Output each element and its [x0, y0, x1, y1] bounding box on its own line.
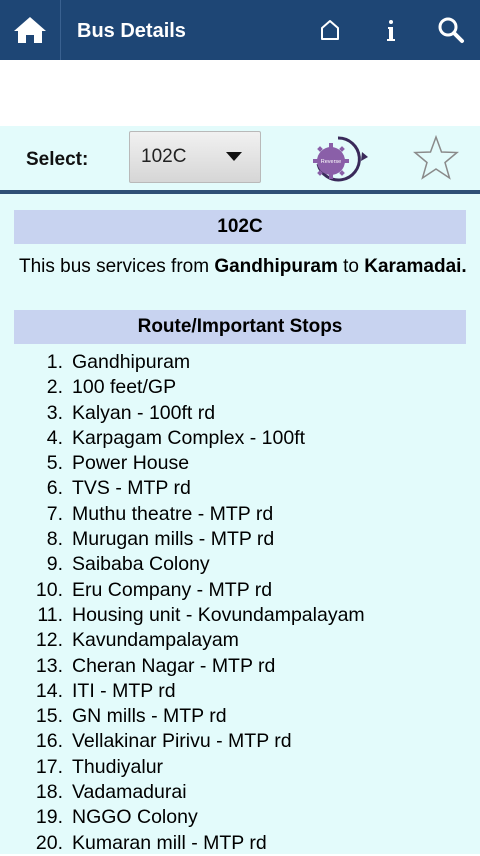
stop-number: 11.	[37, 603, 63, 626]
stops-list: 1. Gandhipuram 2. 100 feet/GP 3. Kalyan - 100…	[0, 350, 480, 856]
stop-number: 20.	[35, 831, 63, 854]
stop-name: Saibaba Colony	[72, 553, 210, 576]
home-icon	[14, 17, 46, 43]
stop-name: Kumaran mill - MTP rd	[72, 831, 267, 854]
stop-number: 19.	[35, 806, 63, 829]
origin-stop: Gandhipuram	[214, 256, 338, 277]
stop-number: 7.	[46, 502, 63, 525]
home-outline-button[interactable]	[305, 0, 355, 60]
select-label: Select:	[26, 149, 89, 170]
stop-item: 3. Kalyan - 100ft rd	[0, 401, 480, 426]
star-outline-icon	[413, 134, 459, 180]
stop-number: 16.	[35, 730, 63, 753]
desc-mid: to	[337, 256, 365, 277]
stop-number: 6.	[46, 477, 63, 500]
stop-item: 5. Power House	[0, 451, 480, 476]
stop-name: Power House	[72, 452, 190, 475]
route-description: This bus services from Gandhipuram to Ka…	[19, 254, 469, 280]
stop-number: 13.	[35, 654, 63, 677]
info-button[interactable]	[366, 0, 416, 60]
stop-item: 12. Kavundampalayam	[0, 628, 480, 653]
stops-heading: Route/Important Stops	[14, 310, 466, 344]
bus-details-content: 102C This bus services from Gandhipuram …	[0, 194, 480, 854]
route-toolbar: Select: 102C Reverse	[0, 126, 480, 190]
ad-space	[0, 60, 480, 126]
stop-name: Vadamadurai	[72, 781, 187, 804]
caret-down-icon	[226, 152, 242, 161]
route-heading: 102C	[14, 210, 466, 244]
stop-item: 20. Kumaran mill - MTP rd	[0, 831, 480, 856]
stop-item: 10. Eru Company - MTP rd	[0, 578, 480, 603]
stop-item: 9. Saibaba Colony	[0, 552, 480, 577]
app-bar: Bus Details	[0, 0, 480, 60]
stop-name: Eru Company - MTP rd	[72, 578, 273, 601]
stop-item: 4. Karpagam Complex - 100ft	[0, 426, 480, 451]
stop-item: 13. Cheran Nagar - MTP rd	[0, 654, 480, 679]
stop-item: 14. ITI - MTP rd	[0, 679, 480, 704]
info-icon	[387, 20, 395, 41]
stop-number: 17.	[35, 755, 63, 778]
destination-stop: Karamadai.	[364, 256, 467, 277]
stop-name: Vellakinar Pirivu - MTP rd	[72, 730, 292, 753]
reverse-label: Reverse	[321, 159, 341, 165]
house-outline-icon	[321, 20, 339, 40]
stop-name: NGGO Colony	[72, 806, 198, 829]
stop-name: GN mills - MTP rd	[72, 705, 227, 728]
stop-number: 15.	[35, 705, 63, 728]
stop-name: Cheran Nagar - MTP rd	[72, 654, 276, 677]
stop-item: 6. TVS - MTP rd	[0, 476, 480, 501]
stop-item: 16. Vellakinar Pirivu - MTP rd	[0, 729, 480, 754]
stop-name: Karpagam Complex - 100ft	[72, 426, 306, 449]
stop-number: 1.	[46, 351, 63, 373]
stop-number: 8.	[46, 528, 63, 551]
stop-number: 9.	[46, 553, 63, 576]
stop-number: 4.	[46, 426, 63, 449]
page-title: Bus Details	[77, 20, 186, 42]
stop-item: 17. Thudiyalur	[0, 755, 480, 780]
stop-number: 2.	[46, 376, 63, 399]
stop-item: 18. Vadamadurai	[0, 780, 480, 805]
stop-name: Kavundampalayam	[72, 629, 239, 652]
stop-item: 1. Gandhipuram	[0, 350, 480, 375]
favorite-button[interactable]	[412, 134, 460, 182]
search-icon	[438, 17, 464, 43]
stop-number: 3.	[46, 401, 63, 424]
home-button[interactable]	[0, 0, 60, 60]
stop-item: 8. Murugan mills - MTP rd	[0, 527, 480, 552]
stop-number: 18.	[35, 781, 63, 804]
stop-name: Thudiyalur	[72, 755, 164, 778]
route-select-value: 102C	[141, 146, 187, 167]
stop-name: Kalyan - 100ft rd	[72, 401, 216, 424]
stop-number: 12.	[35, 629, 63, 652]
stop-name: Housing unit - Kovundampalayam	[72, 603, 365, 626]
stop-name: TVS - MTP rd	[72, 477, 191, 500]
stop-name: Murugan mills - MTP rd	[72, 528, 275, 551]
stop-number: 5.	[46, 452, 63, 475]
stop-item: 15. GN mills - MTP rd	[0, 704, 480, 729]
desc-prefix: This bus services from	[19, 256, 215, 277]
stop-name: ITI - MTP rd	[72, 679, 176, 702]
appbar-divider	[60, 0, 61, 60]
stop-name: 100 feet/GP	[72, 376, 177, 399]
stop-item: 2. 100 feet/GP	[0, 375, 480, 400]
stop-name: Muthu theatre - MTP rd	[72, 502, 274, 525]
reverse-button[interactable]: Reverse	[308, 134, 368, 184]
route-select[interactable]: 102C	[129, 131, 261, 183]
stop-item: 11. Housing unit - Kovundampalayam	[0, 603, 480, 628]
stop-item: 19. NGGO Colony	[0, 805, 480, 830]
reverse-icon: Reverse	[313, 136, 368, 182]
stop-name: Gandhipuram	[72, 351, 191, 373]
stop-item: 7. Muthu theatre - MTP rd	[0, 502, 480, 527]
stop-number: 14.	[35, 679, 63, 702]
stop-number: 10.	[35, 578, 63, 601]
search-button[interactable]	[426, 0, 476, 60]
